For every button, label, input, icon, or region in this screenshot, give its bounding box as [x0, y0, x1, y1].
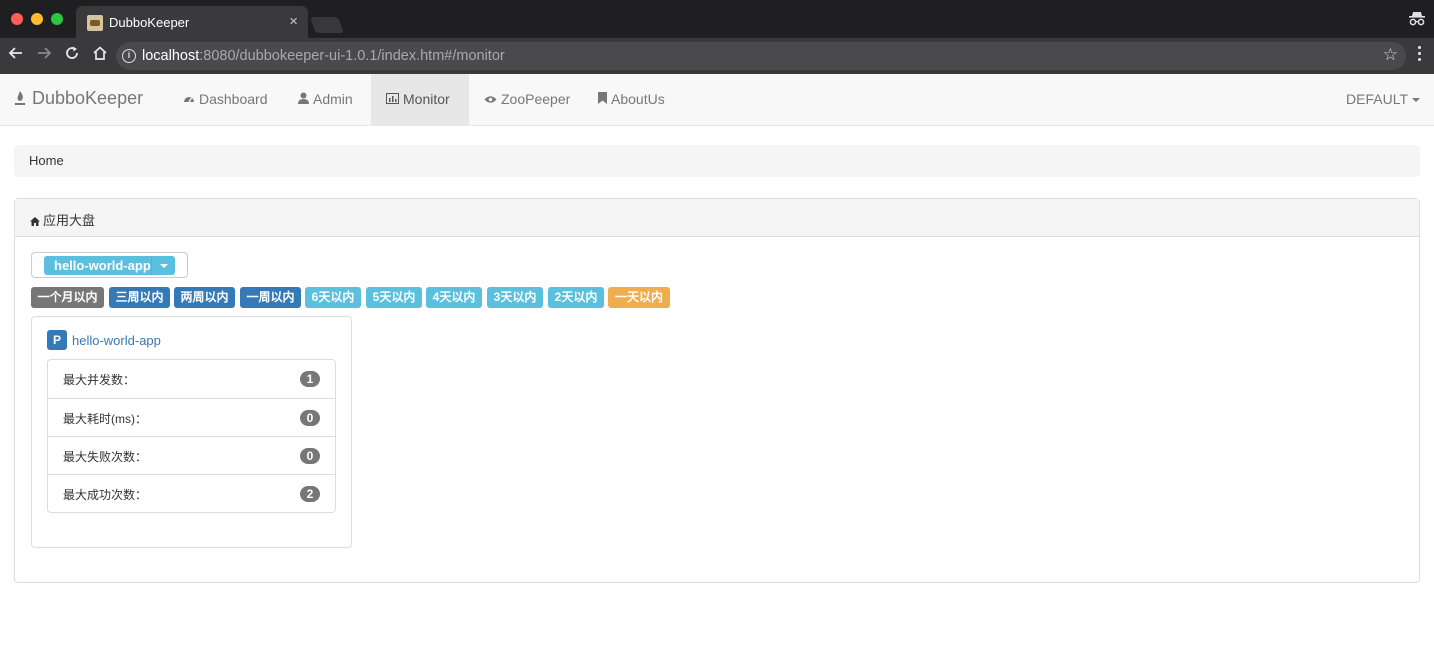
nav-zoopeeper-label: ZooPeeper [501, 91, 571, 107]
eye-icon [484, 96, 497, 103]
brand[interactable]: DubboKeeper [14, 88, 143, 109]
favicon-icon [87, 15, 103, 31]
bookmark-icon [598, 92, 607, 104]
nav-dashboard[interactable]: Dashboard [171, 74, 280, 125]
namespace-label: DEFAULT [1346, 91, 1408, 107]
brand-label: DubboKeeper [32, 88, 144, 108]
browser-tab[interactable]: DubboKeeper × [76, 6, 308, 38]
url-path: :8080/dubbokeeper-ui-1.0.1/index.htm#/mo… [199, 48, 505, 64]
range-button[interactable]: 三周以内 [109, 287, 170, 308]
range-button[interactable]: 一天以内 [608, 287, 670, 308]
incognito-icon [1409, 12, 1425, 26]
stat-badge: 1 [300, 371, 320, 387]
home-button[interactable] [89, 45, 111, 67]
browser-titlebar: DubboKeeper × [0, 0, 1434, 38]
range-button[interactable]: 3天以内 [487, 287, 543, 308]
range-button[interactable]: 5天以内 [366, 287, 422, 308]
dashboard-icon [184, 97, 194, 103]
nav-admin[interactable]: Admin [286, 74, 365, 125]
address-bar[interactable]: i localhost:8080/dubbokeeper-ui-1.0.1/in… [116, 42, 1406, 70]
browser-toolbar: i localhost:8080/dubbokeeper-ui-1.0.1/in… [0, 38, 1434, 74]
nav-monitor-label: Monitor [403, 91, 450, 107]
nav-zoopeeper[interactable]: ZooPeeper [472, 74, 582, 125]
stat-label: 最大并发数： [63, 373, 136, 387]
stats-icon [386, 93, 399, 104]
stat-badge: 0 [300, 410, 320, 426]
range-button[interactable]: 6天以内 [305, 287, 361, 308]
caret-down-icon [1412, 98, 1420, 103]
reload-button[interactable] [61, 45, 83, 67]
list-item: 最大成功次数： 2 [48, 474, 335, 512]
stat-badge: 2 [300, 486, 320, 502]
close-window-button[interactable] [11, 13, 23, 25]
nav-aboutus[interactable]: AboutUs [586, 74, 677, 125]
list-item: 最大失败次数： 0 [48, 436, 335, 474]
caret-down-icon[interactable] [151, 256, 175, 275]
app-navbar: DubboKeeper Dashboard Admin Monitor ZooP… [0, 74, 1434, 126]
app-card: P hello-world-app 最大并发数： 1 最大耗时(ms)： 0 最… [31, 316, 352, 548]
nav-aboutus-label: AboutUs [611, 91, 665, 107]
nav-monitor[interactable]: Monitor [371, 74, 469, 125]
info-icon[interactable]: i [122, 49, 136, 63]
fire-icon [15, 91, 25, 105]
breadcrumb: Home [14, 145, 1420, 177]
app-stats-list: 最大并发数： 1 最大耗时(ms)： 0 最大失败次数： 0 最大成功次数： 2 [47, 359, 336, 513]
back-button[interactable] [5, 45, 27, 67]
app-overview-panel: 应用大盘 hello-world-app 一个月以内 三周以内 两周以内 一周以… [14, 198, 1420, 583]
browser-menu-button[interactable] [1418, 46, 1422, 64]
namespace-dropdown[interactable]: DEFAULT [1346, 74, 1420, 125]
app-select-wrapper: hello-world-app [31, 252, 188, 278]
stat-label: 最大失败次数： [63, 450, 148, 464]
minimize-window-button[interactable] [31, 13, 43, 25]
range-button[interactable]: 两周以内 [174, 287, 235, 308]
home-icon [93, 46, 107, 60]
url-host: localhost [142, 48, 200, 64]
range-button[interactable]: 4天以内 [426, 287, 482, 308]
list-item: 最大耗时(ms)： 0 [48, 398, 335, 436]
panel-heading: 应用大盘 [15, 199, 1419, 237]
forward-button[interactable] [33, 45, 55, 67]
tab-title: DubboKeeper [109, 15, 190, 30]
reload-icon [66, 46, 78, 59]
arrow-right-icon [38, 47, 52, 59]
range-button[interactable]: 一周以内 [240, 287, 301, 308]
provider-badge: P [47, 330, 67, 350]
list-item: 最大并发数： 1 [48, 360, 335, 398]
stat-label: 最大耗时(ms)： [63, 412, 147, 426]
nav-dashboard-label: Dashboard [199, 91, 268, 107]
user-icon [298, 92, 309, 104]
nav-admin-label: Admin [313, 91, 353, 107]
app-name-link[interactable]: hello-world-app [72, 333, 161, 348]
home-icon [30, 217, 40, 226]
tab-close-button[interactable]: × [289, 13, 298, 30]
app-select-button[interactable]: hello-world-app [44, 256, 175, 275]
bookmark-star-icon[interactable]: ☆ [1383, 45, 1398, 65]
app-select-label: hello-world-app [54, 258, 151, 273]
breadcrumb-home[interactable]: Home [29, 153, 64, 168]
stat-label: 最大成功次数： [63, 488, 148, 502]
maximize-window-button[interactable] [51, 13, 63, 25]
arrow-left-icon [8, 47, 22, 59]
range-button[interactable]: 一个月以内 [31, 287, 104, 308]
new-tab-button[interactable] [310, 17, 344, 33]
range-button[interactable]: 2天以内 [548, 287, 604, 308]
stat-badge: 0 [300, 448, 320, 464]
address-url: localhost:8080/dubbokeeper-ui-1.0.1/inde… [142, 48, 505, 64]
panel-title: 应用大盘 [43, 213, 96, 228]
